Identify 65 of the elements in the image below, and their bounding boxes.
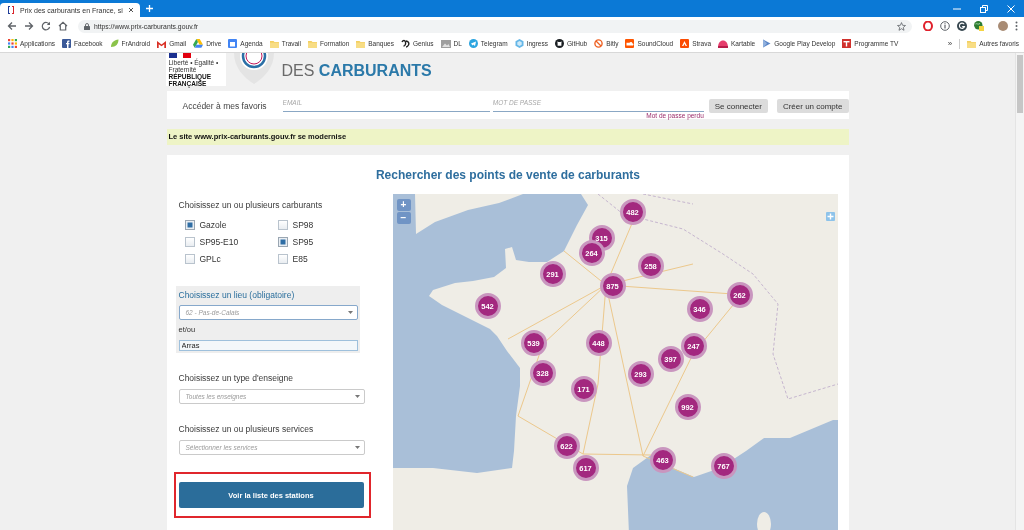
checkbox-label[interactable]: SP98 <box>292 219 314 230</box>
home-icon[interactable] <box>58 21 68 31</box>
scrollbar[interactable] <box>1015 53 1024 530</box>
restore-icon[interactable] <box>980 4 988 13</box>
checkbox[interactable] <box>277 253 288 264</box>
play-icon <box>762 39 772 48</box>
menu-icon[interactable] <box>1015 21 1018 31</box>
checkbox[interactable] <box>277 236 288 247</box>
image-icon <box>440 39 451 48</box>
site-title: DES CARBURANTS <box>281 62 432 80</box>
globe-icon[interactable] <box>974 21 984 31</box>
folder-icon <box>967 39 977 48</box>
lock-icon <box>84 22 90 30</box>
location-label: Choisissez un lieu (obligatoire) <box>178 290 296 300</box>
squiggle-icon <box>400 39 410 48</box>
search-title: Rechercher des points de vente de carburants <box>374 168 642 183</box>
services-label: Choisissez un ou plusieurs services <box>178 424 315 434</box>
login-button[interactable]: Se connecter <box>708 99 768 113</box>
checkbox-label[interactable]: GPLc <box>199 253 221 264</box>
dome-icon <box>718 39 728 48</box>
favicon-icon <box>7 6 15 14</box>
folder-icon <box>269 39 279 48</box>
brand-label: Choisissez un type d'enseigne <box>178 373 295 383</box>
fuels-label: Choisissez un ou plusieurs carburants <box>178 200 324 210</box>
triangle-icon <box>193 39 204 48</box>
circle-logo-icon <box>554 39 564 48</box>
flag-icon <box>168 53 191 58</box>
close-icon[interactable] <box>127 7 134 13</box>
create-account-button[interactable]: Créer un compte <box>776 99 849 113</box>
info-icon[interactable] <box>940 21 950 31</box>
star-icon[interactable] <box>897 21 906 31</box>
folder-icon <box>356 39 366 48</box>
folder-icon <box>308 39 317 48</box>
square-logo-icon <box>62 39 72 48</box>
scrollbar-thumb[interactable] <box>1017 55 1023 113</box>
checkbox-label[interactable]: SP95-E10 <box>199 236 239 247</box>
checkbox[interactable] <box>184 219 195 230</box>
checkbox-label[interactable]: E85 <box>292 253 308 264</box>
avatar-icon[interactable] <box>998 21 1008 31</box>
leaf-icon <box>109 39 119 48</box>
caret-icon <box>354 446 360 449</box>
checkbox-label[interactable]: Gazole <box>199 219 227 230</box>
caret-icon <box>354 395 360 398</box>
forward-icon[interactable] <box>24 21 34 31</box>
grid-icon <box>8 39 17 48</box>
checkbox-label[interactable]: SP95 <box>292 236 314 247</box>
checkbox[interactable] <box>184 236 195 247</box>
envelope-icon <box>157 39 167 48</box>
ring-icon[interactable] <box>923 21 933 31</box>
favorites-label: Accéder à mes favoris <box>181 100 268 111</box>
calendar-icon <box>228 39 238 48</box>
back-icon[interactable] <box>7 21 17 31</box>
checkbox[interactable] <box>184 253 195 264</box>
paper-plane-icon <box>468 39 478 48</box>
caret-icon <box>347 311 353 314</box>
ring-icon <box>594 39 604 48</box>
plus-icon[interactable] <box>145 5 153 12</box>
reload-icon[interactable] <box>41 21 51 31</box>
checkbox[interactable] <box>277 219 288 230</box>
square-logo-icon <box>842 39 852 48</box>
cloud-icon <box>625 39 635 48</box>
more-bookmarks-button[interactable]: » <box>947 39 953 48</box>
chevron-icon <box>680 39 690 48</box>
circle-logo-icon[interactable] <box>957 21 967 31</box>
hexagon-icon <box>514 39 524 48</box>
